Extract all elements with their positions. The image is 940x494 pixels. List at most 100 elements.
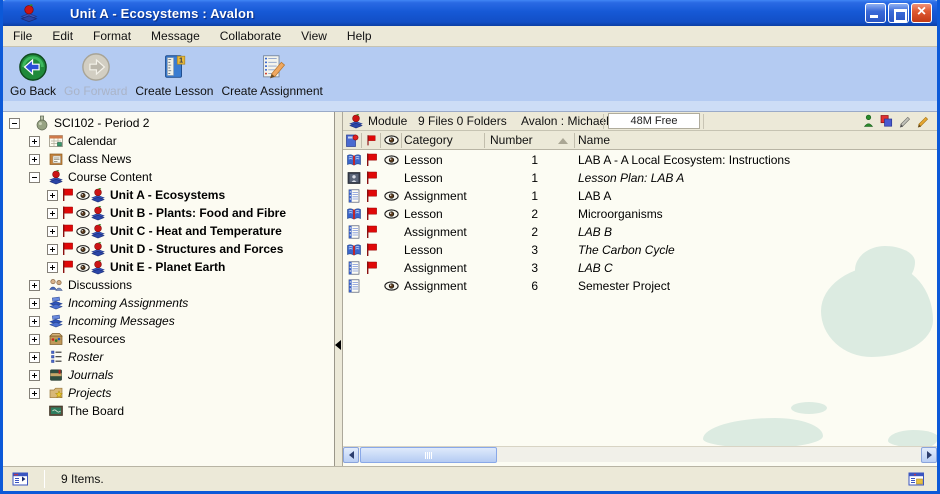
expand-icon[interactable] bbox=[47, 262, 58, 273]
item-type-icon bbox=[345, 133, 359, 148]
expand-icon[interactable] bbox=[29, 352, 40, 363]
column-number[interactable]: Number bbox=[485, 133, 575, 148]
splitter-collapse-icon[interactable] bbox=[335, 340, 341, 350]
view-layout-icon[interactable] bbox=[908, 471, 925, 487]
list-item[interactable]: Lesson 2 Microorganisms bbox=[343, 205, 937, 223]
list-item[interactable]: Lesson 1 LAB A - A Local Ecosystem: Inst… bbox=[343, 151, 937, 169]
notebook-icon bbox=[346, 278, 362, 294]
edit-pencil-icon[interactable] bbox=[898, 114, 911, 128]
tree-item-class-news[interactable]: Class News bbox=[3, 150, 334, 168]
collapse-icon[interactable] bbox=[29, 172, 40, 183]
scroll-left-button[interactable] bbox=[343, 447, 359, 463]
tree-item-resources[interactable]: Resources bbox=[3, 330, 334, 348]
list-item[interactable]: Assignment 1 LAB A bbox=[343, 187, 937, 205]
go-forward-button[interactable]: Go Forward bbox=[61, 51, 130, 99]
main-area: SCI102 - Period 2 Calendar Class News Co… bbox=[3, 112, 937, 466]
tree-item-incoming-assignments[interactable]: Incoming Assignments bbox=[3, 294, 334, 312]
list-item[interactable]: Assignment 2 LAB B bbox=[343, 223, 937, 241]
column-item-icon[interactable] bbox=[343, 133, 362, 148]
books-icon bbox=[48, 313, 64, 329]
open-book-icon bbox=[346, 152, 362, 168]
expand-icon[interactable] bbox=[47, 208, 58, 219]
expand-icon[interactable] bbox=[29, 370, 40, 381]
scroll-right-button[interactable] bbox=[921, 447, 937, 463]
menu-bar: File Edit Format Message Collaborate Vie… bbox=[3, 26, 937, 47]
items-count: 9 Items. bbox=[61, 472, 104, 486]
tree-item-unit-c[interactable]: Unit C - Heat and Temperature bbox=[3, 222, 334, 240]
apple-books-icon bbox=[90, 259, 106, 275]
module-label: Module bbox=[368, 114, 407, 128]
app-window: Unit A - Ecosystems : Avalon File Edit F… bbox=[0, 0, 940, 494]
close-button[interactable] bbox=[911, 3, 932, 23]
window-title: Unit A - Ecosystems : Avalon bbox=[70, 6, 254, 21]
eye-icon bbox=[76, 226, 90, 237]
flag-icon bbox=[364, 224, 380, 240]
expand-icon[interactable] bbox=[47, 244, 58, 255]
person-icon[interactable] bbox=[862, 114, 875, 128]
expand-icon[interactable] bbox=[29, 388, 40, 399]
menu-edit[interactable]: Edit bbox=[42, 27, 83, 45]
list-item[interactable]: Lesson 1 Lesson Plan: LAB A bbox=[343, 169, 937, 187]
tree-item-journals[interactable]: Journals bbox=[3, 366, 334, 384]
column-category[interactable]: Category bbox=[402, 133, 485, 148]
module-panel: Module 9 Files 0 Folders Avalon : Michae… bbox=[343, 112, 937, 466]
horizontal-scrollbar[interactable] bbox=[343, 446, 937, 462]
menu-help[interactable]: Help bbox=[337, 27, 382, 45]
permissions-icon[interactable] bbox=[880, 114, 893, 128]
flag-icon bbox=[364, 152, 380, 168]
create-assignment-icon bbox=[257, 52, 287, 82]
menu-message[interactable]: Message bbox=[141, 27, 210, 45]
tree-item-incoming-messages[interactable]: Incoming Messages bbox=[3, 312, 334, 330]
tree-item-projects[interactable]: Projects bbox=[3, 384, 334, 402]
scrollbar-thumb[interactable] bbox=[360, 447, 497, 463]
expand-icon[interactable] bbox=[29, 316, 40, 327]
minimize-button[interactable] bbox=[865, 3, 886, 23]
expand-icon[interactable] bbox=[47, 226, 58, 237]
create-lesson-button[interactable]: Create Lesson bbox=[132, 51, 216, 99]
tree-item-discussions[interactable]: Discussions bbox=[3, 276, 334, 294]
menu-collaborate[interactable]: Collaborate bbox=[210, 27, 291, 45]
tree-item-the-board[interactable]: The Board bbox=[3, 402, 334, 420]
signature-pencil-icon[interactable] bbox=[916, 114, 929, 128]
expand-icon[interactable] bbox=[29, 280, 40, 291]
maximize-button[interactable] bbox=[888, 3, 909, 23]
status-bar: 9 Items. bbox=[3, 466, 937, 491]
expand-icon[interactable] bbox=[29, 334, 40, 345]
notebook-icon bbox=[346, 188, 362, 204]
tree-item-roster[interactable]: Roster bbox=[3, 348, 334, 366]
column-name[interactable]: Name bbox=[575, 133, 937, 148]
roster-icon bbox=[48, 349, 64, 365]
tree-item-unit-a[interactable]: Unit A - Ecosystems bbox=[3, 186, 334, 204]
apple-books-icon bbox=[90, 205, 106, 221]
expand-icon[interactable] bbox=[29, 136, 40, 147]
module-header: Module 9 Files 0 Folders Avalon : Michae… bbox=[343, 112, 937, 131]
list-item[interactable]: Lesson 3 The Carbon Cycle bbox=[343, 241, 937, 259]
flag-icon bbox=[365, 134, 378, 147]
panel-splitter[interactable] bbox=[335, 112, 343, 466]
eye-icon bbox=[76, 262, 90, 273]
tree-item-unit-b[interactable]: Unit B - Plants: Food and Fibre bbox=[3, 204, 334, 222]
expand-icon[interactable] bbox=[47, 190, 58, 201]
map-watermark bbox=[703, 418, 823, 446]
flag-icon bbox=[364, 242, 380, 258]
eye-icon bbox=[76, 244, 90, 255]
toolbar-strip bbox=[3, 101, 937, 112]
menu-file[interactable]: File bbox=[3, 27, 42, 45]
create-assignment-button[interactable]: Create Assignment bbox=[218, 51, 325, 99]
column-flag[interactable] bbox=[362, 133, 381, 148]
split-view-icon[interactable] bbox=[12, 471, 29, 487]
tree-item-unit-d[interactable]: Unit D - Structures and Forces bbox=[3, 240, 334, 258]
expand-icon[interactable] bbox=[29, 154, 40, 165]
tree-item-unit-e[interactable]: Unit E - Planet Earth bbox=[3, 258, 334, 276]
list-item[interactable]: Assignment 3 LAB C bbox=[343, 259, 937, 277]
collapse-icon[interactable] bbox=[9, 118, 20, 129]
list-item[interactable]: Assignment 6 Semester Project bbox=[343, 277, 937, 295]
menu-format[interactable]: Format bbox=[83, 27, 141, 45]
tree-item-course-content[interactable]: Course Content bbox=[3, 168, 334, 186]
tree-item-class[interactable]: SCI102 - Period 2 bbox=[3, 114, 334, 132]
tree-item-calendar[interactable]: Calendar bbox=[3, 132, 334, 150]
menu-view[interactable]: View bbox=[291, 27, 337, 45]
expand-icon[interactable] bbox=[29, 298, 40, 309]
go-back-button[interactable]: Go Back bbox=[7, 51, 59, 99]
column-eye[interactable] bbox=[381, 133, 402, 148]
